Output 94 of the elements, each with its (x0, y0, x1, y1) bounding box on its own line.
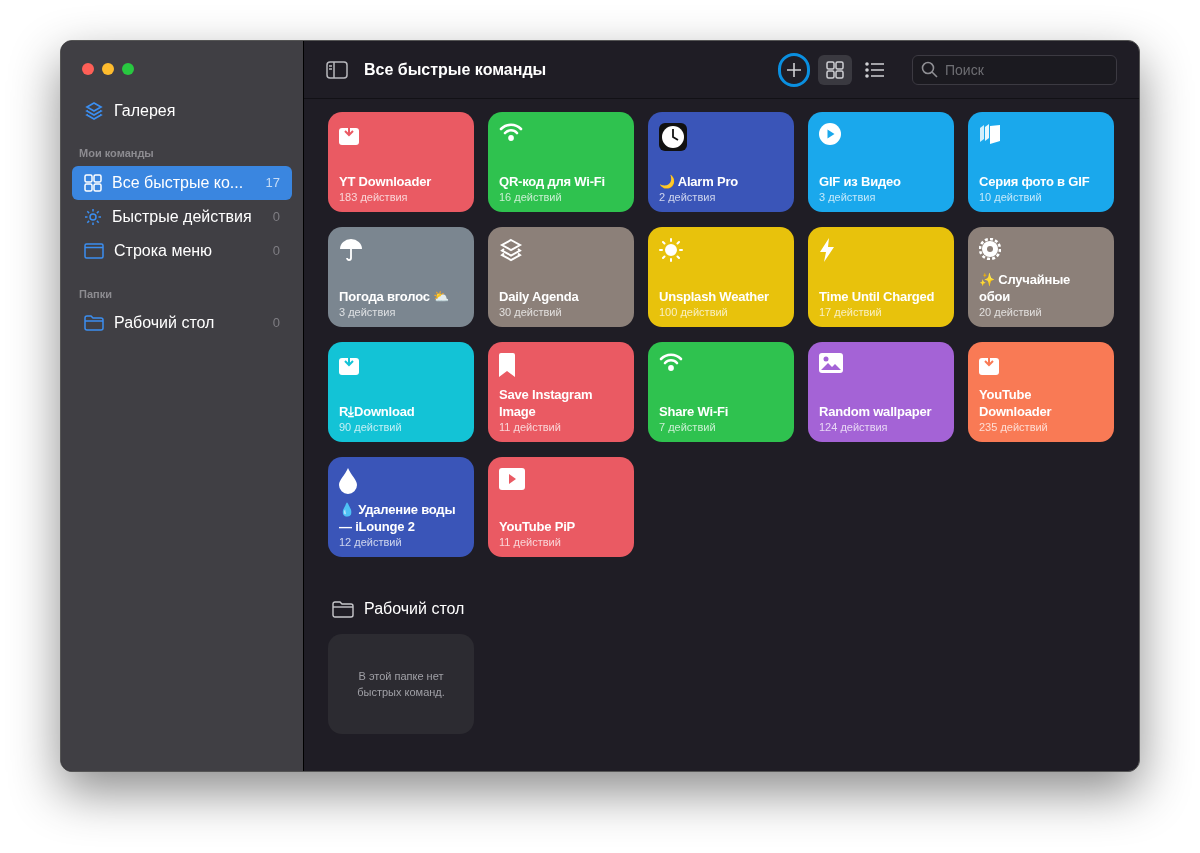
lightning-bolt-icon (819, 238, 835, 262)
add-shortcut-button[interactable] (778, 52, 810, 87)
shortcut-title: Random wallpaper (819, 403, 933, 420)
minimize-button[interactable] (102, 63, 114, 75)
item-count: 17 (265, 173, 280, 192)
grid-icon (826, 60, 844, 79)
layers-icon (84, 101, 104, 121)
window-title: Все быстрые команды (364, 59, 547, 80)
shortcut-title: YT Downloader (339, 173, 433, 190)
shortcut-card[interactable]: 💧 Удаление воды — iLounge 2 12 действий (328, 457, 474, 557)
stacked-photos-icon (979, 123, 1001, 145)
grid-view-button[interactable] (818, 54, 852, 85)
close-button[interactable] (82, 63, 94, 75)
picture-icon (819, 353, 843, 373)
gallery-item[interactable]: Галерея (72, 96, 292, 126)
action-count: 183 действия (339, 190, 409, 204)
water-drop-icon (339, 468, 357, 494)
shortcut-card[interactable]: Share Wi-Fi 7 действий (648, 342, 794, 442)
shortcut-title: Time Until Charged (819, 288, 936, 305)
action-count: 20 действий (979, 305, 1043, 319)
section-header: Папки (78, 286, 113, 302)
action-count: 3 действия (339, 305, 397, 319)
action-count: 100 действий (659, 305, 729, 319)
shortcut-title: R⤓Download (339, 403, 416, 420)
search-field[interactable]: Поиск (912, 54, 1117, 85)
shortcut-title: Save Instagram Image (499, 386, 594, 420)
shortcut-card[interactable]: Погода вголос ⛅ 3 действия (328, 227, 474, 327)
action-count: 10 действий (979, 190, 1043, 204)
shortcut-card[interactable]: GIF из Видео 3 действия (808, 112, 954, 212)
shortcut-card[interactable]: Серия фото в GIF 10 действий (968, 112, 1114, 212)
action-count: 30 действий (499, 305, 563, 319)
sidebar-item[interactable]: Рабочий стол 0 (72, 306, 292, 340)
action-count: 11 действий (499, 535, 562, 549)
shortcut-title: YouTube Downloader (979, 386, 1053, 420)
plus-icon (786, 61, 802, 78)
shortcut-card[interactable]: Daily Agenda 30 действий (488, 227, 634, 327)
shortcut-card[interactable]: QR-код для Wi-Fi 16 действий (488, 112, 634, 212)
list-icon (865, 61, 885, 78)
action-count: 7 действий (659, 420, 717, 434)
folder-icon (332, 600, 354, 618)
shortcut-title: QR-код для Wi-Fi (499, 173, 606, 190)
wifi-icon (499, 123, 523, 141)
video-play-icon (499, 468, 525, 490)
action-count: 11 действий (499, 420, 562, 434)
shortcut-title: 🌙 Alarm Pro (659, 173, 740, 190)
layers-icon (499, 238, 523, 262)
grid-icon (84, 173, 102, 192)
action-count: 124 действия (819, 420, 889, 434)
section-header: Мои команды (78, 146, 155, 161)
shortcut-card[interactable]: ✨ Случайные обои 20 действий (968, 227, 1114, 327)
play-icon (819, 123, 841, 145)
folder-title: Рабочий стол (364, 599, 465, 619)
shortcut-card[interactable]: YouTube PiP 11 действий (488, 457, 634, 557)
sun-icon (659, 238, 683, 262)
shortcut-title: 💧 Удаление воды — iLounge 2 (339, 501, 457, 535)
shortcut-card[interactable]: Save Instagram Image 11 действий (488, 342, 634, 442)
folder-icon (84, 315, 104, 331)
wifi-icon (659, 353, 683, 371)
action-count: 90 действий (339, 420, 403, 434)
clock-icon (659, 123, 687, 151)
shortcut-title: Погода вголос ⛅ (339, 288, 450, 305)
sidebar-item[interactable]: Все быстрые ко... 17 (72, 165, 292, 200)
shortcut-title: GIF из Видео (819, 173, 902, 190)
shortcut-title: ✨ Случайные обои (979, 271, 1072, 305)
shortcut-title: Share Wi-Fi (659, 403, 730, 420)
action-count: 3 действия (819, 190, 877, 204)
item-count: 0 (272, 207, 280, 226)
action-count: 12 действий (339, 535, 403, 549)
empty-folder-text: В этой папке нет быстрых команд. (356, 669, 446, 700)
gear-icon (979, 238, 1001, 260)
action-count: 2 действия (659, 190, 717, 204)
window-icon (84, 242, 104, 259)
action-count: 16 действий (499, 190, 563, 204)
shortcut-card[interactable]: 🌙 Alarm Pro 2 действия (648, 112, 794, 212)
shortcut-card[interactable]: YT Downloader 183 действия (328, 112, 474, 212)
shortcut-title: Серия фото в GIF (979, 173, 1091, 190)
shortcut-title: Unsplash Weather (659, 288, 770, 305)
search-icon (921, 60, 938, 78)
sidebar-item[interactable]: Строка меню 0 (72, 233, 292, 268)
action-count: 235 действий (979, 420, 1049, 434)
shortcut-card[interactable]: R⤓Download 90 действий (328, 342, 474, 442)
item-count: 0 (272, 314, 280, 333)
shortcut-title: YouTube PiP (499, 518, 577, 535)
shortcut-card[interactable]: YouTube Downloader 235 действий (968, 342, 1114, 442)
action-count: 17 действий (819, 305, 883, 319)
shortcut-title: Daily Agenda (499, 288, 580, 305)
gear-icon (84, 207, 102, 226)
sidebar-toggle-icon[interactable] (326, 60, 348, 79)
zoom-button[interactable] (122, 63, 134, 75)
sidebar-item[interactable]: Быстрые действия 0 (72, 199, 292, 234)
item-count: 0 (272, 241, 280, 260)
shortcut-card[interactable]: Random wallpaper 124 действия (808, 342, 954, 442)
bookmark-icon (499, 353, 515, 377)
umbrella-icon (339, 238, 363, 262)
